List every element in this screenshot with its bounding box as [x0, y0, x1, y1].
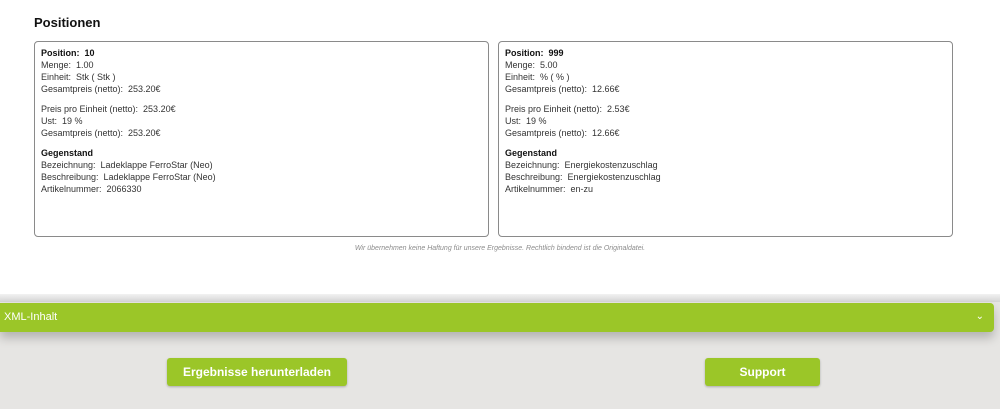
vat-row: Ust: 19 %: [41, 115, 482, 127]
total-net-row: Gesamtpreis (netto): 12.66€: [505, 127, 946, 139]
position-card: Position: 10 Menge: 1.00 Einheit: Stk ( Stk…: [34, 41, 489, 237]
xml-content-label: XML-Inhalt: [4, 311, 58, 323]
row-value: % ( % ): [540, 72, 570, 82]
total-net-row: Gesamtpreis (netto): 253.20€: [41, 83, 482, 95]
quantity-row: Menge: 1.00: [41, 59, 482, 71]
item-subheading: Gegenstand: [41, 148, 94, 158]
download-results-button[interactable]: Ergebnisse herunterladen: [167, 358, 347, 386]
quantity-row: Menge: 5.00: [505, 59, 946, 71]
item-subheading: Gegenstand: [505, 148, 558, 158]
chevron-down-icon[interactable]: ⌄: [976, 311, 984, 322]
row-value: 2066330: [106, 184, 142, 194]
xml-content-accordion[interactable]: XML-Inhalt ⌄: [0, 303, 994, 332]
support-button[interactable]: Support: [705, 358, 820, 386]
position-label: Position:: [505, 48, 544, 58]
positions-panel: Positionen Position: 10 Menge: 1.00 Einhei…: [0, 0, 1000, 298]
row-value: 5.00: [540, 60, 558, 70]
row-label: Gesamtpreis (netto):: [41, 128, 124, 138]
row-label: Menge:: [41, 60, 72, 70]
unit-price-row: Preis pro Einheit (netto): 2.53€: [505, 103, 946, 115]
vat-row: Ust: 19 %: [505, 115, 946, 127]
position-number: 999: [548, 48, 564, 58]
row-value: Ladeklappe FerroStar (Neo): [103, 172, 216, 182]
row-label: Gesamtpreis (netto):: [505, 84, 588, 94]
total-net-row: Gesamtpreis (netto): 253.20€: [41, 127, 482, 139]
unit-row: Einheit: Stk ( Stk ): [41, 71, 482, 83]
row-label: Menge:: [505, 60, 536, 70]
row-value: 12.66€: [592, 128, 620, 138]
row-label: Ust:: [505, 116, 522, 126]
row-value: en-zu: [570, 184, 594, 194]
row-label: Ust:: [41, 116, 58, 126]
row-value: 1.00: [76, 60, 94, 70]
row-label: Gesamtpreis (netto):: [41, 84, 124, 94]
article-number-row: Artikelnummer: 2066330: [41, 183, 482, 195]
disclaimer-text: Wir übernehmen keine Haftung für unsere …: [354, 245, 646, 252]
panel-divider: [0, 294, 1000, 302]
row-value: 253.20€: [143, 104, 176, 114]
unit-row: Einheit: % ( % ): [505, 71, 946, 83]
row-label: Gesamtpreis (netto):: [505, 128, 588, 138]
row-value: Ladeklappe FerroStar (Neo): [100, 160, 213, 170]
row-value: 2.53€: [607, 104, 630, 114]
row-value: Energiekostenzuschlag: [567, 172, 661, 182]
row-label: Einheit:: [41, 72, 72, 82]
position-card: Position: 999 Menge: 5.00 Einheit:% ( % ) …: [498, 41, 953, 237]
row-label: Einheit:: [505, 72, 536, 82]
row-label: Bezeichnung:: [505, 160, 560, 170]
row-value: 253.20€: [128, 84, 161, 94]
row-value: 12.66€: [592, 84, 620, 94]
description-row: Beschreibung: Ladeklappe FerroStar (Neo): [41, 171, 482, 183]
row-value: Stk ( Stk ): [76, 72, 116, 82]
row-label: Beschreibung:: [505, 172, 563, 182]
row-value: 253.20€: [128, 128, 161, 138]
row-label: Preis pro Einheit (netto):: [505, 104, 603, 114]
row-label: Beschreibung:: [41, 172, 99, 182]
position-header: Position: 999: [505, 47, 946, 59]
article-number-row: Artikelnummer: en-zu: [505, 183, 946, 195]
row-value: Energiekostenzuschlag: [564, 160, 658, 170]
row-value: 19 %: [62, 116, 83, 126]
row-label: Artikelnummer:: [41, 184, 102, 194]
row-label: Preis pro Einheit (netto):: [41, 104, 139, 114]
unit-price-row: Preis pro Einheit (netto): 253.20€: [41, 103, 482, 115]
row-label: Bezeichnung:: [41, 160, 96, 170]
designation-row: Bezeichnung: Ladeklappe FerroStar (Neo): [41, 159, 482, 171]
position-label: Position:: [41, 48, 80, 58]
position-number: 10: [84, 48, 95, 58]
row-label: Artikelnummer:: [505, 184, 566, 194]
designation-row: Bezeichnung: Energiekostenzuschlag: [505, 159, 946, 171]
section-title: Positionen: [34, 15, 101, 30]
description-row: Beschreibung: Energiekostenzuschlag: [505, 171, 946, 183]
row-value: 19 %: [526, 116, 547, 126]
position-header: Position: 10: [41, 47, 482, 59]
total-net-row: Gesamtpreis (netto): 12.66€: [505, 83, 946, 95]
